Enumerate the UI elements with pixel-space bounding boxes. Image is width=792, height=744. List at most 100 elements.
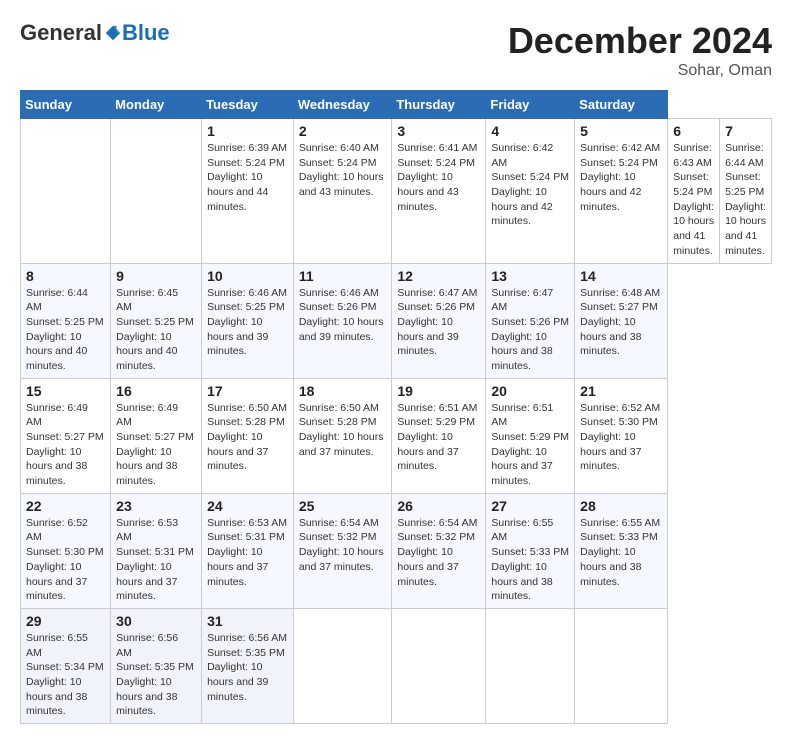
logo-general-text: General <box>20 20 102 46</box>
day-info: Sunrise: 6:47 AM Sunset: 5:26 PM Dayligh… <box>491 286 569 374</box>
weekday-header-wednesday: Wednesday <box>293 91 392 119</box>
calendar-day-cell: 20 Sunrise: 6:51 AM Sunset: 5:29 PM Dayli… <box>486 378 575 493</box>
day-info: Sunrise: 6:42 AM Sunset: 5:24 PM Dayligh… <box>580 141 662 214</box>
month-title: December 2024 <box>508 20 772 62</box>
day-number: 31 <box>207 613 288 629</box>
day-info: Sunrise: 6:44 AM Sunset: 5:25 PM Dayligh… <box>725 141 766 259</box>
calendar-day-cell: 4 Sunrise: 6:42 AM Sunset: 5:24 PM Daylig… <box>486 119 575 264</box>
calendar-day-cell: 11 Sunrise: 6:46 AM Sunset: 5:26 PM Dayli… <box>293 263 392 378</box>
calendar-week-row: 8 Sunrise: 6:44 AM Sunset: 5:25 PM Daylig… <box>21 263 772 378</box>
calendar-table: SundayMondayTuesdayWednesdayThursdayFrid… <box>20 90 772 724</box>
calendar-day-cell: 28 Sunrise: 6:55 AM Sunset: 5:33 PM Dayli… <box>575 493 668 608</box>
day-info: Sunrise: 6:44 AM Sunset: 5:25 PM Dayligh… <box>26 286 105 374</box>
day-info: Sunrise: 6:55 AM Sunset: 5:34 PM Dayligh… <box>26 631 105 719</box>
day-number: 6 <box>673 123 714 139</box>
calendar-day-cell: 25 Sunrise: 6:54 AM Sunset: 5:32 PM Dayli… <box>293 493 392 608</box>
day-info: Sunrise: 6:42 AM Sunset: 5:24 PM Dayligh… <box>491 141 569 229</box>
calendar-day-cell: 6 Sunrise: 6:43 AM Sunset: 5:24 PM Daylig… <box>668 119 720 264</box>
day-number: 18 <box>299 383 387 399</box>
day-number: 11 <box>299 268 387 284</box>
calendar-day-cell: 30Sunrise: 6:56 AM Sunset: 5:35 PM Dayli… <box>111 608 202 723</box>
day-number: 9 <box>116 268 196 284</box>
day-number: 15 <box>26 383 105 399</box>
weekday-header-sunday: Sunday <box>21 91 111 119</box>
day-info: Sunrise: 6:54 AM Sunset: 5:32 PM Dayligh… <box>299 516 387 575</box>
title-area: December 2024 Sohar, Oman <box>508 20 772 80</box>
day-info: Sunrise: 6:43 AM Sunset: 5:24 PM Dayligh… <box>673 141 714 259</box>
day-number: 29 <box>26 613 105 629</box>
calendar-week-row: 15 Sunrise: 6:49 AM Sunset: 5:27 PM Dayli… <box>21 378 772 493</box>
calendar-day-cell: 16Sunrise: 6:49 AM Sunset: 5:27 PM Dayli… <box>111 378 202 493</box>
day-info: Sunrise: 6:56 AM Sunset: 5:35 PM Dayligh… <box>116 631 196 719</box>
day-number: 28 <box>580 498 662 514</box>
logo-icon <box>104 24 122 42</box>
calendar-day-cell <box>392 608 486 723</box>
day-number: 2 <box>299 123 387 139</box>
day-info: Sunrise: 6:39 AM Sunset: 5:24 PM Dayligh… <box>207 141 288 214</box>
day-info: Sunrise: 6:52 AM Sunset: 5:30 PM Dayligh… <box>580 401 662 474</box>
calendar-day-cell: 24Sunrise: 6:53 AM Sunset: 5:31 PM Dayli… <box>202 493 294 608</box>
weekday-header-row: SundayMondayTuesdayWednesdayThursdayFrid… <box>21 91 772 119</box>
calendar-day-cell: 9 Sunrise: 6:45 AM Sunset: 5:25 PM Daylig… <box>111 263 202 378</box>
day-number: 5 <box>580 123 662 139</box>
calendar-day-cell: 31 Sunrise: 6:56 AM Sunset: 5:35 PM Dayli… <box>202 608 294 723</box>
calendar-day-cell: 12Sunrise: 6:47 AM Sunset: 5:26 PM Dayli… <box>392 263 486 378</box>
day-number: 17 <box>207 383 288 399</box>
calendar-day-cell: 26Sunrise: 6:54 AM Sunset: 5:32 PM Dayli… <box>392 493 486 608</box>
day-info: Sunrise: 6:51 AM Sunset: 5:29 PM Dayligh… <box>491 401 569 489</box>
logo-blue-text: Blue <box>122 20 170 46</box>
day-number: 1 <box>207 123 288 139</box>
day-number: 4 <box>491 123 569 139</box>
day-number: 27 <box>491 498 569 514</box>
calendar-week-row: 22 Sunrise: 6:52 AM Sunset: 5:30 PM Dayli… <box>21 493 772 608</box>
calendar-day-cell: 21Sunrise: 6:52 AM Sunset: 5:30 PM Dayli… <box>575 378 668 493</box>
day-info: Sunrise: 6:51 AM Sunset: 5:29 PM Dayligh… <box>397 401 480 474</box>
weekday-header-tuesday: Tuesday <box>202 91 294 119</box>
day-info: Sunrise: 6:54 AM Sunset: 5:32 PM Dayligh… <box>397 516 480 589</box>
calendar-day-cell: 15 Sunrise: 6:49 AM Sunset: 5:27 PM Dayli… <box>21 378 111 493</box>
calendar-day-cell: 3 Sunrise: 6:41 AM Sunset: 5:24 PM Daylig… <box>392 119 486 264</box>
calendar-day-cell: 14Sunrise: 6:48 AM Sunset: 5:27 PM Dayli… <box>575 263 668 378</box>
day-info: Sunrise: 6:48 AM Sunset: 5:27 PM Dayligh… <box>580 286 662 359</box>
calendar-day-cell: 5 Sunrise: 6:42 AM Sunset: 5:24 PM Daylig… <box>575 119 668 264</box>
day-number: 3 <box>397 123 480 139</box>
calendar-week-row: 1 Sunrise: 6:39 AM Sunset: 5:24 PM Daylig… <box>21 119 772 264</box>
day-number: 23 <box>116 498 196 514</box>
day-info: Sunrise: 6:49 AM Sunset: 5:27 PM Dayligh… <box>26 401 105 489</box>
day-info: Sunrise: 6:55 AM Sunset: 5:33 PM Dayligh… <box>580 516 662 589</box>
calendar-day-cell: 13 Sunrise: 6:47 AM Sunset: 5:26 PM Dayli… <box>486 263 575 378</box>
logo: General Blue <box>20 20 170 46</box>
day-number: 20 <box>491 383 569 399</box>
calendar-day-cell: 2Sunrise: 6:40 AM Sunset: 5:24 PM Daylig… <box>293 119 392 264</box>
day-number: 22 <box>26 498 105 514</box>
calendar-day-cell <box>486 608 575 723</box>
day-info: Sunrise: 6:50 AM Sunset: 5:28 PM Dayligh… <box>207 401 288 474</box>
calendar-day-cell <box>575 608 668 723</box>
calendar-day-cell: 27Sunrise: 6:55 AM Sunset: 5:33 PM Dayli… <box>486 493 575 608</box>
day-info: Sunrise: 6:53 AM Sunset: 5:31 PM Dayligh… <box>116 516 196 604</box>
calendar-day-cell: 10 Sunrise: 6:46 AM Sunset: 5:25 PM Dayli… <box>202 263 294 378</box>
weekday-header-monday: Monday <box>111 91 202 119</box>
day-info: Sunrise: 6:45 AM Sunset: 5:25 PM Dayligh… <box>116 286 196 374</box>
day-info: Sunrise: 6:41 AM Sunset: 5:24 PM Dayligh… <box>397 141 480 214</box>
calendar-day-cell: 23 Sunrise: 6:53 AM Sunset: 5:31 PM Dayli… <box>111 493 202 608</box>
day-info: Sunrise: 6:56 AM Sunset: 5:35 PM Dayligh… <box>207 631 288 704</box>
day-number: 19 <box>397 383 480 399</box>
day-info: Sunrise: 6:50 AM Sunset: 5:28 PM Dayligh… <box>299 401 387 460</box>
day-number: 25 <box>299 498 387 514</box>
day-info: Sunrise: 6:52 AM Sunset: 5:30 PM Dayligh… <box>26 516 105 604</box>
day-number: 7 <box>725 123 766 139</box>
weekday-header-thursday: Thursday <box>392 91 486 119</box>
calendar-week-row: 29 Sunrise: 6:55 AM Sunset: 5:34 PM Dayli… <box>21 608 772 723</box>
calendar-day-cell: 18 Sunrise: 6:50 AM Sunset: 5:28 PM Dayli… <box>293 378 392 493</box>
day-info: Sunrise: 6:46 AM Sunset: 5:26 PM Dayligh… <box>299 286 387 345</box>
day-info: Sunrise: 6:46 AM Sunset: 5:25 PM Dayligh… <box>207 286 288 359</box>
day-info: Sunrise: 6:49 AM Sunset: 5:27 PM Dayligh… <box>116 401 196 489</box>
calendar-day-cell: 29 Sunrise: 6:55 AM Sunset: 5:34 PM Dayli… <box>21 608 111 723</box>
header: General Blue December 2024 Sohar, Oman <box>20 20 772 80</box>
day-number: 10 <box>207 268 288 284</box>
day-number: 13 <box>491 268 569 284</box>
day-number: 8 <box>26 268 105 284</box>
calendar-day-cell <box>111 119 202 264</box>
calendar-day-cell: 17 Sunrise: 6:50 AM Sunset: 5:28 PM Dayli… <box>202 378 294 493</box>
